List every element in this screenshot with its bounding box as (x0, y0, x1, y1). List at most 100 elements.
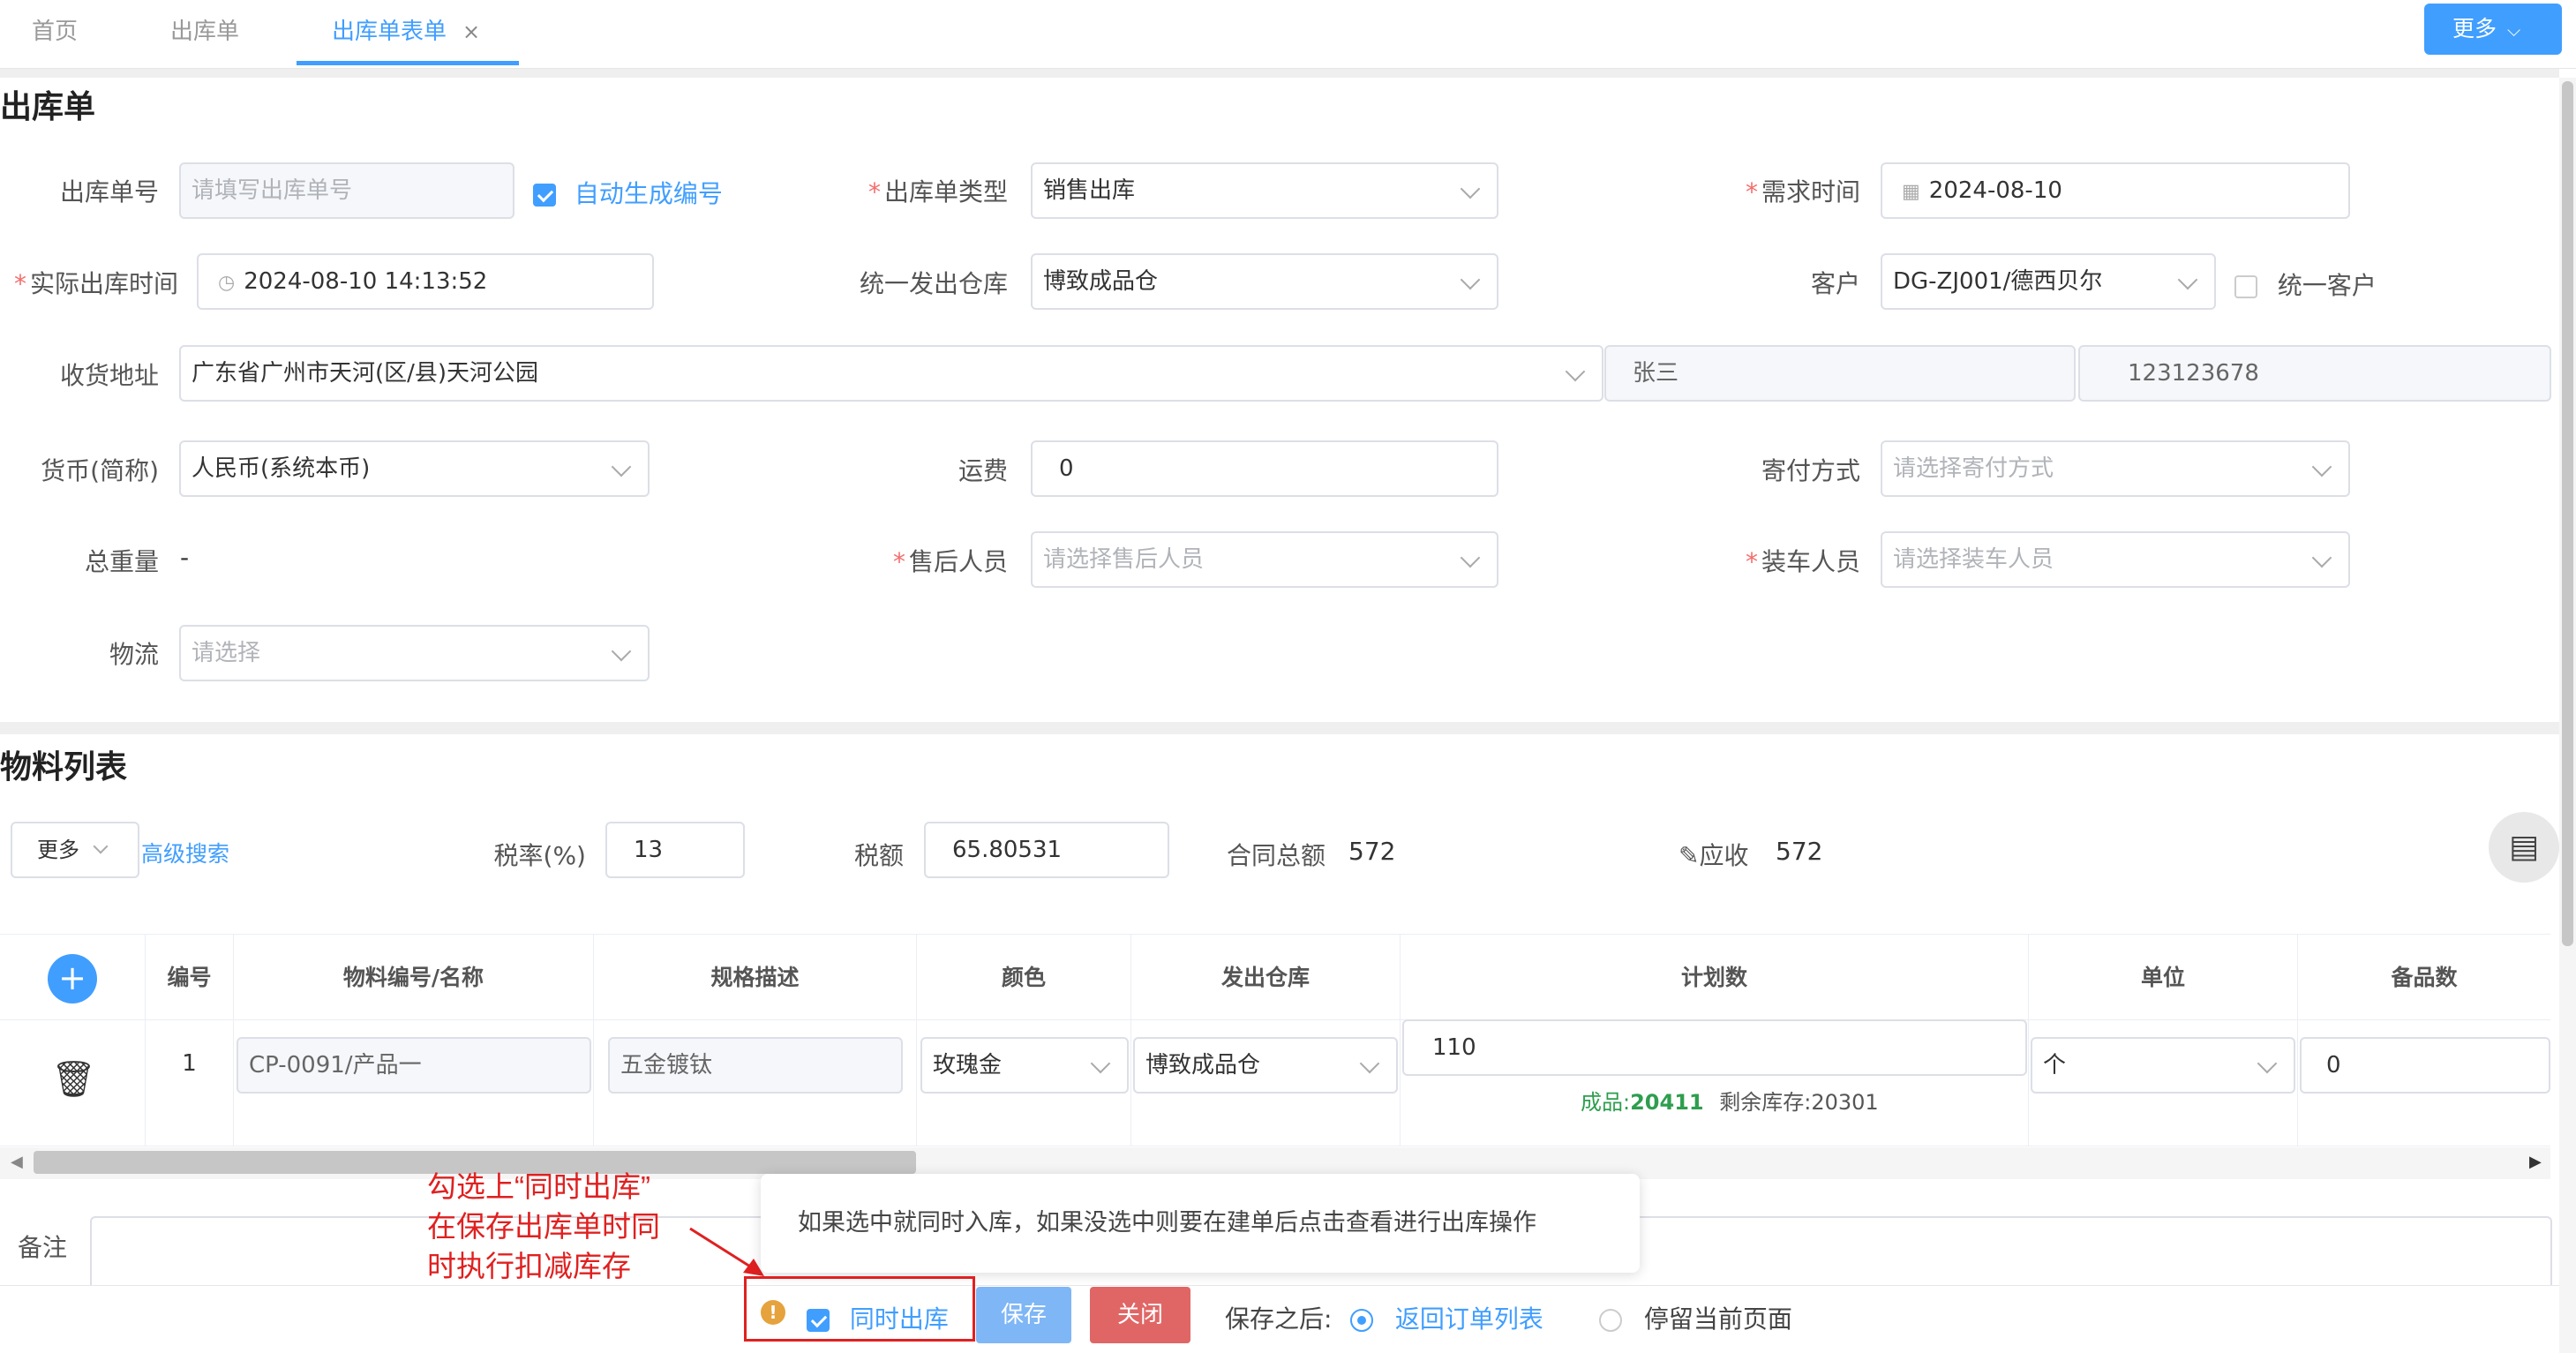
phone-value: 123123678 (2128, 360, 2259, 387)
calendar-icon: ▦ (1902, 181, 1920, 203)
more-button-label: 更多 (2452, 16, 2497, 41)
chevron-down-icon (611, 456, 632, 477)
chevron-down-icon (1359, 1053, 1380, 1074)
order-type-select[interactable]: 销售出库 (1031, 162, 1498, 219)
loader-label: * 装车人员 (1745, 547, 1860, 576)
edit-icon[interactable]: ✎ (1679, 841, 1699, 870)
annotation-line-3: 时执行扣减库存 (427, 1250, 631, 1282)
chevron-down-icon (2257, 1053, 2278, 1074)
warehouse-value: 博致成品仓 (1043, 268, 1159, 295)
radio-return-list[interactable]: 返回订单列表 (1350, 1300, 1543, 1335)
spec-input[interactable]: 五金镀钛 (608, 1037, 903, 1094)
currency-value: 人民币(系统本币) (192, 455, 371, 482)
customer-value: DG-ZJ001/德西贝尔 (1893, 268, 2103, 295)
th-spare: 备品数 (2391, 965, 2458, 990)
actual-time-label: * 实际出库时间 (13, 269, 178, 298)
after-sales-placeholder: 请选择售后人员 (1043, 546, 1205, 573)
clock-icon: ◷ (218, 272, 236, 294)
row-warehouse-select[interactable]: 博致成品仓 (1133, 1037, 1398, 1094)
freight-value: 0 (1059, 455, 1074, 482)
order-no-input[interactable]: 请填写出库单号 (179, 162, 514, 219)
after-save-label: 保存之后: (1225, 1304, 1333, 1334)
document-icon[interactable]: ▤ (2489, 812, 2559, 883)
chevron-down-icon (1460, 547, 1481, 568)
warning-icon: ! (761, 1300, 785, 1325)
actual-time-label-text: 实际出库时间 (29, 269, 178, 298)
address-value: 广东省广州市天河(区/县)天河公园 (192, 360, 539, 387)
material-input[interactable]: CP-0091/产品一 (237, 1037, 591, 1094)
simultaneous-checkbox[interactable]: 同时出库 (807, 1300, 949, 1335)
order-type-label-text: 出库单类型 (883, 177, 1008, 207)
trash-icon[interactable]: 🗑 (51, 1058, 96, 1100)
freight-input[interactable]: 0 (1031, 440, 1498, 497)
chevron-down-icon (2177, 269, 2198, 290)
phone-input[interactable]: 123123678 (2078, 345, 2551, 402)
actual-time-input[interactable]: ◷ 2024-08-10 14:13:52 (197, 253, 654, 310)
th-no: 编号 (146, 935, 234, 1021)
chevron-down-icon (1090, 1053, 1111, 1074)
close-icon[interactable]: × (462, 19, 480, 44)
section-divider (0, 722, 2559, 734)
tab-home[interactable]: 首页 (32, 0, 78, 65)
customer-select[interactable]: DG-ZJ001/德西贝尔 (1881, 253, 2216, 310)
td-warehouse: 博致成品仓 (1131, 1021, 1401, 1146)
address-select[interactable]: 广东省广州市天河(区/县)天河公园 (179, 345, 1603, 402)
tax-amount-input[interactable]: 65.80531 (924, 822, 1169, 878)
shipping-select[interactable]: 请选择寄付方式 (1881, 440, 2350, 497)
td-material: CP-0091/产品一 (234, 1021, 594, 1146)
unit-value: 个 (2043, 1052, 2067, 1079)
plan-qty-value: 110 (1432, 1034, 1476, 1061)
tooltip: 如果选中就同时入库，如果没选中则要在建单后点击查看进行出库操作 (761, 1174, 1640, 1273)
advanced-search-link[interactable]: 高级搜索 (141, 837, 229, 868)
scrollbar-track[interactable] (2559, 78, 2576, 1353)
td-unit: 个 (2029, 1021, 2298, 1146)
auto-generate-label: 自动生成编号 (574, 179, 723, 208)
td-no: 1 (146, 1021, 234, 1146)
loader-placeholder: 请选择装车人员 (1893, 546, 2054, 573)
demand-time-value: 2024-08-10 (1928, 177, 2062, 204)
th-color: 颜色 (917, 935, 1131, 1021)
divider (0, 69, 2559, 78)
unit-select[interactable]: 个 (2031, 1037, 2295, 1094)
auto-generate-checkbox[interactable]: 自动生成编号 (533, 175, 723, 210)
spare-input[interactable]: 0 (2300, 1037, 2550, 1094)
unify-customer-checkbox[interactable]: 统一客户 (2234, 267, 2377, 302)
scroll-left-icon[interactable]: ◀ (11, 1153, 23, 1171)
color-select[interactable]: 玫瑰金 (920, 1037, 1129, 1094)
chevron-down-icon (2311, 547, 2332, 568)
scroll-right-icon[interactable]: ▶ (2529, 1153, 2542, 1171)
stock-prefix: 成品: (1581, 1090, 1631, 1115)
radio-unchecked-icon (1599, 1309, 1622, 1332)
add-row-icon[interactable]: + (48, 954, 97, 1003)
plan-qty-input[interactable]: 110 (1402, 1019, 2027, 1076)
total-weight-label: 总重量 (84, 547, 159, 576)
tab-outbound-form[interactable]: 出库单表单 × (297, 0, 519, 65)
tax-rate-input[interactable]: 13 (605, 822, 745, 878)
scrollbar-thumb[interactable] (2562, 81, 2573, 946)
stock-value: 20411 (1630, 1090, 1704, 1115)
demand-time-input[interactable]: ▦ 2024-08-10 (1881, 162, 2350, 219)
currency-select[interactable]: 人民币(系统本币) (179, 440, 650, 497)
logistics-select[interactable]: 请选择 (179, 625, 650, 681)
after-sales-select[interactable]: 请选择售后人员 (1031, 531, 1498, 588)
loader-select[interactable]: 请选择装车人员 (1881, 531, 2350, 588)
warehouse-select[interactable]: 博致成品仓 (1031, 253, 1498, 310)
materials-more-button[interactable]: 更多 (11, 822, 139, 878)
currency-label: 货币(简称) (41, 456, 159, 485)
table-row: 🗑 1 CP-0091/产品一 五金镀钛 玫瑰金 博致成品仓 110 成品:20… (0, 1019, 2550, 1146)
shipping-label: 寄付方式 (1761, 456, 1860, 485)
save-button[interactable]: 保存 (976, 1287, 1071, 1343)
materials-table-header: + 编号 物料编号/名称 规格描述 颜色 发出仓库 计划数 单位 备品数 (0, 934, 2550, 1021)
more-button[interactable]: 更多 ⌵ (2424, 4, 2562, 55)
logistics-label: 物流 (109, 640, 159, 669)
close-button[interactable]: 关闭 (1090, 1287, 1190, 1343)
td-plan-qty: 110 成品:20411 剩余库存:20301 (1401, 1019, 2029, 1146)
shipping-placeholder: 请选择寄付方式 (1893, 455, 2054, 482)
logistics-placeholder: 请选择 (192, 640, 261, 666)
radio-stay[interactable]: 停留当前页面 (1599, 1300, 1792, 1335)
demand-time-label: * 需求时间 (1745, 177, 1860, 207)
contact-input[interactable]: 张三 (1604, 345, 2076, 402)
stock-info: 成品:20411 剩余库存:20301 (1581, 1085, 1879, 1116)
chevron-down-icon: ⌵ (2507, 19, 2521, 41)
tab-outbound[interactable]: 出库单 (170, 0, 239, 65)
